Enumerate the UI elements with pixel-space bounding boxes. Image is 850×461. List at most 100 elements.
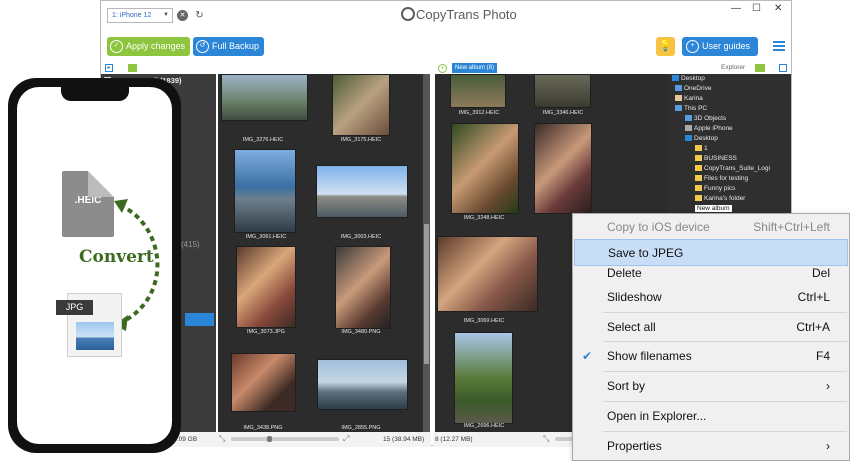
chevron-down-icon: ▼ [163, 12, 169, 18]
menu-item-shortcut: Del [811, 266, 830, 280]
photo-thumbnail[interactable] [231, 353, 296, 412]
play-icon[interactable]: ▸ [105, 64, 113, 72]
photo-thumbnail[interactable] [451, 123, 519, 214]
user-guides-label: User guides [702, 41, 751, 51]
phone-icon [685, 125, 692, 131]
menu-icon[interactable] [773, 41, 785, 53]
full-backup-button[interactable]: ↺ Full Backup [193, 37, 265, 56]
tree-item[interactable]: This PC [675, 105, 707, 112]
add-icon[interactable]: + [438, 64, 447, 73]
tree-item[interactable]: Desktop [685, 135, 718, 142]
heic-file-icon: .HEIC [62, 171, 114, 237]
menu-item-label: Delete [607, 266, 642, 280]
device-select[interactable]: 1: iPhone 12 ▼ [107, 8, 173, 23]
tree-item-selected[interactable]: New album [695, 205, 732, 212]
tree-item-label: Files for testing [704, 175, 749, 182]
folder-icon [695, 175, 702, 181]
album-count: (415) [181, 240, 200, 249]
photo-thumbnail[interactable] [335, 246, 391, 329]
tree-item[interactable]: Files for testing [695, 175, 748, 182]
photo-caption: IMG_3069.HEIC [463, 318, 505, 324]
minimize-icon[interactable]: — [731, 3, 741, 14]
user-guides-button[interactable]: + User guides [682, 37, 759, 56]
photo-caption: IMG_3912.HEIC [458, 110, 500, 116]
count-status: 15 (38.94 MB) [383, 436, 425, 443]
photo-caption: IMG_2696.HEIC [463, 423, 505, 429]
photo-thumbnail[interactable] [332, 74, 390, 136]
menu-item-copy-to-ios[interactable]: Copy to iOS device Shift+Ctrl+Left [574, 214, 848, 241]
tree-item-label: Karina [684, 95, 703, 102]
tree-item-label: This PC [684, 105, 708, 112]
menu-item-select-all[interactable]: Select all Ctrl+A [574, 314, 848, 341]
tree-item-label: Desktop [694, 135, 718, 142]
menu-item-label: Properties [607, 439, 662, 453]
photo-thumbnail[interactable] [454, 332, 513, 424]
menu-separator [603, 431, 847, 432]
logo-text: CopyTrans Photo [416, 7, 517, 22]
menu-item-properties[interactable]: Properties › [574, 433, 848, 460]
context-menu: Copy to iOS device Shift+Ctrl+Left Save t… [572, 213, 850, 461]
phone-illustration: .HEIC Convert JPG [8, 78, 181, 453]
explorer-label: Explorer [721, 64, 746, 71]
selected-album[interactable] [185, 313, 214, 326]
menu-item-sort-by[interactable]: Sort by › [574, 373, 848, 400]
menu-item-open-in-explorer[interactable]: Open in Explorer... [574, 403, 848, 430]
apply-changes-button[interactable]: ✓ Apply changes [107, 37, 191, 56]
apply-changes-label: Apply changes [126, 41, 186, 51]
photo-thumbnail[interactable] [317, 359, 408, 410]
photo-thumbnail[interactable] [534, 123, 592, 214]
album-tag[interactable]: New album (8) [452, 63, 498, 73]
eject-icon[interactable]: ✕ [177, 10, 188, 21]
menu-item-shortcut: F4 [815, 349, 830, 363]
device-grid-scrollbar[interactable] [423, 74, 430, 432]
tree-item-label: New album [697, 205, 730, 212]
photo-thumbnail[interactable] [534, 74, 591, 108]
desktop-icon [685, 135, 692, 141]
tree-item[interactable]: CopyTrans_Suite_Logi [695, 165, 770, 172]
maximize-icon[interactable]: ☐ [752, 3, 761, 14]
tree-item[interactable]: 1 [695, 145, 708, 152]
back-icon[interactable] [779, 64, 787, 72]
photo-thumbnail[interactable] [236, 246, 296, 328]
menu-separator [603, 312, 847, 313]
add-album-icon[interactable] [128, 64, 137, 72]
zoom-slider[interactable] [231, 436, 339, 442]
heic-label: .HEIC [74, 195, 102, 206]
menu-item-label: Sort by [607, 379, 646, 393]
photo-thumbnail[interactable] [234, 149, 296, 233]
tree-item[interactable]: Karina [675, 95, 703, 102]
menu-item-show-filenames[interactable]: ✔ Show filenames F4 [574, 343, 848, 370]
tree-item[interactable]: 3D Objects [685, 115, 726, 122]
menu-separator [603, 401, 847, 402]
close-icon[interactable]: ✕ [774, 3, 782, 14]
tree-item-label: Desktop [681, 75, 705, 82]
menu-item-shortcut: Ctrl+L [797, 290, 830, 304]
zoom-out-icon[interactable]: ⤡ [219, 434, 225, 444]
tree-item-label: 3D Objects [694, 115, 727, 122]
tree-item[interactable]: Funny pics [695, 185, 735, 192]
photo-thumbnail[interactable] [437, 236, 538, 312]
device-photo-grid: IMG_3276.HEIC IMG_3175.HEIC IMG_3061.HEI… [218, 74, 430, 432]
phone-screen: .HEIC Convert JPG [17, 87, 172, 444]
menu-item-delete[interactable]: Delete Del [574, 260, 848, 287]
menu-item-slideshow[interactable]: Slideshow Ctrl+L [574, 284, 848, 311]
tips-bulb-icon[interactable]: 💡 [656, 37, 675, 56]
tree-item[interactable]: BUSINESS [695, 155, 737, 162]
tree-item[interactable]: Karina's folder [695, 195, 745, 202]
zoom-in-icon[interactable]: ⤢ [343, 434, 349, 444]
photo-thumbnail[interactable] [221, 74, 308, 121]
photo-thumbnail[interactable] [316, 165, 408, 218]
menu-item-label: Save to JPEG [608, 246, 684, 260]
tree-item[interactable]: Apple iPhone [685, 125, 733, 132]
zoom-out-icon[interactable]: ⤡ [543, 434, 549, 444]
photo-thumbnail[interactable] [450, 74, 506, 108]
jpg-file-icon: JPG [56, 293, 122, 357]
album-status: 8 (12.27 MB) [435, 436, 473, 443]
tree-item[interactable]: OneDrive [675, 85, 711, 92]
folder-icon[interactable] [755, 64, 765, 72]
chevron-right-icon: › [826, 439, 830, 453]
photo-caption: IMG_3276.HEIC [242, 137, 284, 143]
tree-item[interactable]: Desktop [672, 75, 705, 82]
cube-icon [685, 115, 692, 121]
refresh-icon[interactable]: ↻ [194, 10, 205, 21]
